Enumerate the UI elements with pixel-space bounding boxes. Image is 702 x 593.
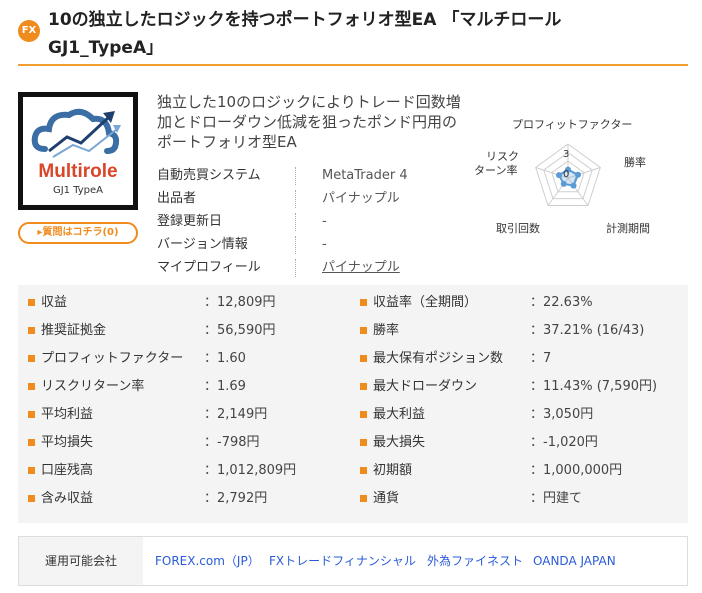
page-title: 10の独立したロジックを持つポートフォリオ型EA 「マルチロール GJ1_Typ…	[48, 10, 562, 58]
info-label: 出品者	[157, 191, 197, 206]
divider	[295, 190, 296, 208]
bullet-icon	[360, 439, 367, 446]
info-row: 出品者 パイナップル	[157, 187, 457, 210]
available-companies: 運用可能会社 FOREX.com（JP） FXトレードフィナンシャル 外為ファイ…	[18, 536, 688, 586]
stat-value: ：56,590円	[204, 323, 276, 338]
stat-label: 最大保有ポジション数	[373, 351, 504, 366]
bullet-icon	[28, 355, 35, 362]
product-logo: Multirole GJ1 TypeA	[18, 92, 138, 210]
bullet-icon	[360, 411, 367, 418]
stats-panel: 収益 ：12,809円 推奨証拠金 ：56,590円 プロフィットファクター ：…	[18, 285, 688, 523]
cloud-chart-icon	[31, 108, 121, 158]
info-label: 登録更新日	[157, 214, 223, 229]
info-row: マイプロフィール パイナップル	[157, 256, 457, 279]
divider	[295, 213, 296, 231]
stat-label: 含み収益	[41, 491, 94, 506]
info-label: 自動売買システム	[157, 168, 261, 183]
stat-label: プロフィットファクター	[41, 351, 184, 366]
companies-label: 運用可能会社	[19, 537, 143, 585]
bullet-icon	[360, 299, 367, 306]
radar-point	[570, 182, 577, 189]
divider	[295, 259, 296, 277]
page-header: FX 10の独立したロジックを持つポートフォリオ型EA 「マルチロール GJ1_…	[18, 4, 688, 66]
bullet-icon	[360, 327, 367, 334]
profile-link[interactable]: パイナップル	[322, 256, 400, 279]
divider	[295, 236, 296, 254]
stat-label: 平均利益	[41, 407, 94, 422]
stat-label: 収益率（全期間）	[373, 295, 478, 310]
stat-value: ：-798円	[204, 435, 260, 450]
stat-value: ：37.21% (16/43)	[530, 323, 645, 338]
stat-value: ：1,000,000円	[530, 463, 623, 478]
stat-label: 平均損失	[41, 435, 94, 450]
info-value: -	[322, 214, 327, 229]
stat-value: ：22.63%	[530, 295, 593, 310]
radar-scale-3: 3	[563, 149, 570, 160]
bullet-icon	[28, 467, 35, 474]
logo-name: Multirole	[38, 161, 118, 182]
stat-label: 最大利益	[373, 407, 426, 422]
stat-value: ：7	[530, 351, 552, 366]
info-value: -	[322, 237, 327, 252]
radar-chart: プロフィットファクター 勝率 計測期間 取引回数 リスク ターン率 3 0	[470, 110, 690, 240]
bullet-icon	[28, 327, 35, 334]
product-info: 自動売買システム MetaTrader 4 出品者 パイナップル 登録更新日 -…	[157, 164, 457, 279]
stat-label: 収益	[41, 295, 68, 310]
stat-label: 初期額	[373, 463, 413, 478]
radar-scale-0: 0	[563, 169, 570, 180]
radar-label-period: 計測期間	[606, 222, 650, 235]
bullet-icon	[360, 495, 367, 502]
bullet-icon	[28, 439, 35, 446]
stat-value: ：-1,020円	[530, 435, 598, 450]
stat-value: ：2,792円	[204, 491, 268, 506]
stat-label: 推奨証拠金	[41, 323, 107, 338]
radar-label-trades: 取引回数	[496, 222, 540, 235]
stat-label: 最大ドローダウン	[373, 379, 478, 394]
stat-value: ：2,149円	[204, 407, 268, 422]
stat-label: リスクリターン率	[41, 379, 145, 394]
stat-value: ：1.69	[204, 379, 246, 394]
info-row: 登録更新日 -	[157, 210, 457, 233]
radar-label-risk-return-1: リスク	[486, 150, 519, 163]
radar-point	[575, 171, 582, 178]
stat-label: 通貨	[373, 491, 400, 506]
bullet-icon	[360, 355, 367, 362]
bullet-icon	[360, 467, 367, 474]
fx-badge: FX	[18, 20, 40, 42]
logo-subtitle: GJ1 TypeA	[52, 185, 104, 196]
stat-value: ：11.43% (7,590円)	[530, 379, 658, 394]
stat-label: 最大損失	[373, 435, 426, 450]
bullet-icon	[28, 383, 35, 390]
stat-value: ：1.60	[204, 351, 246, 366]
info-value: MetaTrader 4	[322, 168, 408, 183]
radar-label-profit-factor: プロフィットファクター	[512, 118, 633, 131]
stat-label: 口座残高	[41, 463, 94, 478]
stat-value: ：3,050円	[530, 407, 594, 422]
info-label: バージョン情報	[157, 237, 248, 252]
product-description: 独立した10のロジックによりトレード回数増加とドローダウン低減を狙ったポンド円用…	[157, 93, 461, 151]
stat-value: ：12,809円	[204, 295, 276, 310]
divider	[295, 167, 296, 185]
bullet-icon	[28, 411, 35, 418]
info-row: 自動売買システム MetaTrader 4	[157, 164, 457, 187]
stat-value: ：円建て	[530, 491, 583, 506]
stat-label: 勝率	[373, 323, 400, 338]
info-row: バージョン情報 -	[157, 233, 457, 256]
bullet-icon	[28, 495, 35, 502]
company-link-gaitame-finest[interactable]: 外為ファイネスト	[427, 537, 523, 585]
radar-point	[556, 172, 563, 179]
stat-value: ：1,012,809円	[204, 463, 297, 478]
info-label: マイプロフィール	[157, 260, 261, 275]
bullet-icon	[360, 383, 367, 390]
bullet-icon	[28, 299, 35, 306]
question-button[interactable]: ▸質問はコチラ(0)	[18, 222, 138, 244]
radar-label-win-rate: 勝率	[624, 156, 646, 169]
question-button-label: 質問はコチラ(0)	[42, 227, 119, 238]
radar-label-risk-return-2: ターン率	[474, 164, 518, 177]
company-link-oanda[interactable]: OANDA JAPAN	[533, 537, 616, 585]
company-link-fx-trade-financial[interactable]: FXトレードフィナンシャル	[269, 537, 416, 585]
company-link-forex[interactable]: FOREX.com（JP）	[155, 537, 260, 585]
info-value: パイナップル	[322, 191, 400, 206]
